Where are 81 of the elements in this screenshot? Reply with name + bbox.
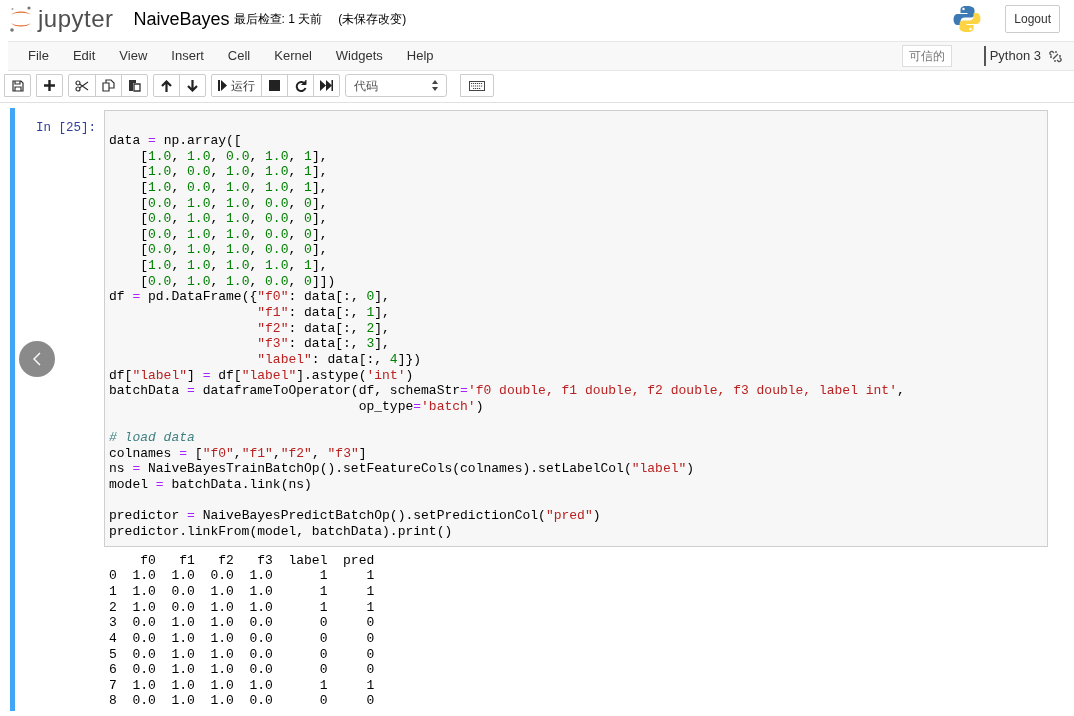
menu-item[interactable]: Edit (60, 46, 108, 66)
copy-button[interactable] (95, 74, 122, 97)
output-line: 0 1.0 1.0 0.0 1.0 1 1 (109, 568, 376, 584)
fast-forward-button[interactable] (313, 74, 340, 97)
run-button[interactable]: 运行 (211, 74, 262, 97)
code-line: data = np.array([ (109, 133, 243, 149)
paste-button[interactable] (121, 74, 148, 97)
plus-icon (44, 80, 55, 91)
restart-icon (294, 79, 307, 92)
save-button[interactable] (4, 74, 31, 97)
python-logo-icon (953, 5, 982, 33)
code-line: [0.0, 1.0, 1.0, 0.0, 0], (139, 195, 329, 212)
menu-item[interactable]: View (107, 46, 160, 66)
code-line: predictor = NaiveBayesPredictBatchOp().setPredictionCol("pred") (109, 508, 602, 524)
save-status: (未保存改变) (338, 11, 407, 28)
move-down-button[interactable] (179, 74, 206, 97)
code-line: "label": data[:, 4]}) (256, 351, 423, 368)
stop-icon (269, 80, 280, 91)
logo-text: jupyter (38, 7, 114, 31)
output-line: 3 0.0 1.0 1.0 0.0 0 0 (109, 615, 376, 631)
menu-item[interactable]: File (16, 46, 61, 66)
logout-button[interactable]: Logout (1005, 5, 1060, 33)
move-up-button[interactable] (153, 74, 180, 97)
code-line: predictor.linkFrom(model, batchData).print() (109, 524, 454, 540)
arrow-down-icon (187, 79, 198, 92)
menu-item[interactable]: Help (394, 46, 446, 66)
chevron-left-icon (33, 352, 41, 366)
output-line: 5 0.0 1.0 1.0 0.0 0 0 (109, 646, 376, 663)
code-line: [1.0, 0.0, 1.0, 1.0, 1], (139, 179, 329, 196)
checkpoint-status: 最后检查: 1 天前 (233, 11, 323, 28)
kernel-status-icon (1049, 49, 1062, 63)
restart-button[interactable] (287, 74, 314, 97)
menu-item[interactable]: Insert (159, 46, 216, 66)
cell-prompt: In [25]: (35, 120, 97, 137)
code-line: ns = NaiveBayesTrainBatchOp().setFeatureCols(colnames).setLabelCol("label") (109, 461, 696, 478)
keyboard-icon (469, 80, 485, 91)
run-icon (218, 80, 227, 91)
output-line: f0 f1 f2 f3 label pred (139, 552, 376, 569)
select-arrows-icon (432, 80, 438, 91)
code-line: "f3": data[:, 3], (256, 336, 391, 352)
kernel-name: Python 3 (983, 46, 1041, 66)
fast-forward-icon (320, 80, 333, 91)
scissors-icon (75, 79, 89, 92)
cell-type-select[interactable]: 代码 (345, 74, 447, 97)
stop-button[interactable] (261, 74, 288, 97)
code-line: [1.0, 1.0, 0.0, 1.0, 1], (139, 148, 329, 165)
paste-icon (128, 79, 141, 92)
output-line: 8 0.0 1.0 1.0 0.0 0 0 (109, 693, 376, 710)
output-line: 4 0.0 1.0 1.0 0.0 0 0 (109, 630, 376, 647)
menu-item[interactable]: Widgets (323, 46, 395, 66)
code-line: [0.0, 1.0, 1.0, 0.0, 0], (139, 226, 329, 243)
code-editor[interactable] (104, 110, 1048, 547)
code-line: [1.0, 0.0, 1.0, 1.0, 1], (139, 164, 329, 180)
cut-button[interactable] (68, 74, 96, 97)
code-line: [1.0, 1.0, 1.0, 1.0, 1], (139, 258, 329, 274)
code-line: df = pd.DataFrame({"f0": data[:, 0], (109, 289, 391, 306)
save-icon (11, 79, 24, 92)
code-line: df["label"] = df["label"].astype('int') (109, 367, 415, 384)
code-line: "f1": data[:, 1], (256, 305, 391, 321)
output-line: 2 1.0 0.0 1.0 1.0 1 1 (109, 599, 376, 616)
output-line: 6 0.0 1.0 1.0 0.0 0 0 (109, 662, 376, 678)
insert-cell-button[interactable] (36, 74, 63, 97)
code-line: [0.0, 1.0, 1.0, 0.0, 0]]) (139, 273, 337, 290)
code-line: op_type='batch') (357, 398, 485, 415)
code-line: colnames = ["f0","f1","f2", "f3"] (109, 445, 368, 462)
output-line: 7 1.0 1.0 1.0 1.0 1 1 (109, 677, 376, 694)
code-line: batchData = dataframeToOperator(df, schemaStr='f0 double, f1 double, f2 double, f3 double, label int', (109, 383, 906, 399)
back-button[interactable] (19, 341, 55, 377)
code-line: # load data (109, 430, 196, 446)
arrow-up-icon (161, 79, 172, 92)
code-line: [0.0, 1.0, 1.0, 0.0, 0], (139, 242, 329, 259)
copy-icon (102, 79, 115, 92)
code-line: model = batchData.link(ns) (109, 477, 313, 493)
code-line: "f2": data[:, 2], (256, 320, 391, 337)
menu-item[interactable]: Cell (215, 46, 263, 66)
trusted-indicator[interactable]: 可信的 (901, 45, 952, 67)
menu-item[interactable]: Kernel (262, 46, 324, 66)
output-line: 1 1.0 0.0 1.0 1.0 1 1 (109, 583, 376, 600)
notebook-name[interactable]: NaiveBayes (133, 5, 230, 33)
code-line: [0.0, 1.0, 1.0, 0.0, 0], (139, 211, 329, 227)
keyboard-button[interactable] (460, 74, 494, 97)
